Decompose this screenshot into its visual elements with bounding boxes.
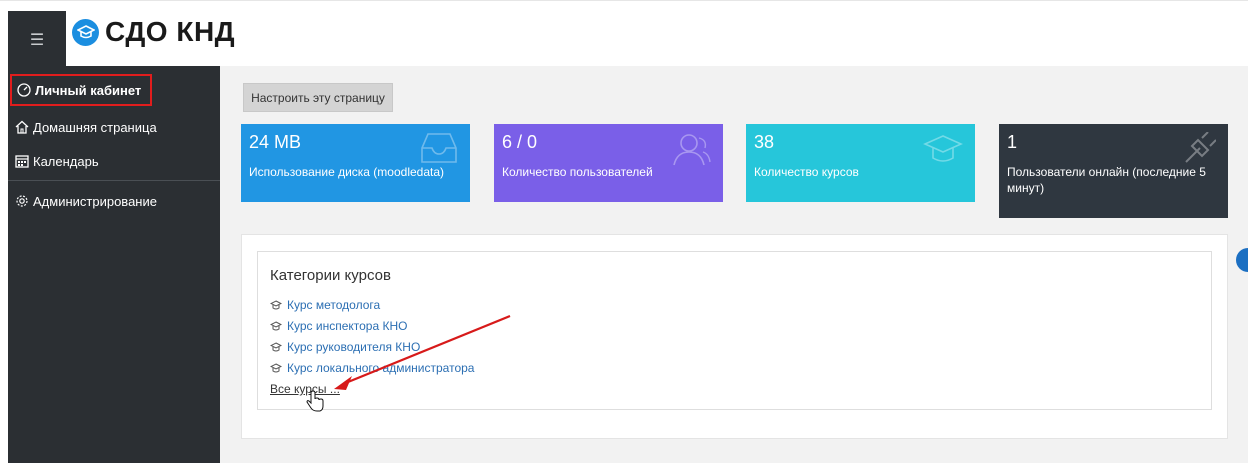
inbox-tray-icon xyxy=(420,132,458,168)
category-label: Курс инспектора КНО xyxy=(287,319,408,333)
graduation-cap-icon xyxy=(72,18,99,46)
sidebar-item-label: Личный кабинет xyxy=(35,82,142,98)
sidebar-divider xyxy=(8,180,220,181)
sidebar-item-label: Домашняя страница xyxy=(33,119,157,135)
course-categories-card: Категории курсов Курс методолога Курс ин… xyxy=(257,251,1212,410)
stat-value: 6 / 0 xyxy=(502,132,538,152)
stat-tile-online-users[interactable]: 1 Пользователи онлайн (последние 5 минут… xyxy=(999,124,1228,218)
graduation-cap-icon xyxy=(270,342,282,352)
gear-icon xyxy=(14,193,30,209)
site-title: СДО КНД xyxy=(105,16,236,47)
category-link[interactable]: Курс руководителя КНО xyxy=(270,340,420,354)
site-logo[interactable]: СДО КНД xyxy=(72,16,235,48)
stat-label: Использование диска (moodledata) xyxy=(249,165,445,179)
stat-value: 1 xyxy=(1007,132,1018,152)
graduation-cap-icon xyxy=(923,132,963,168)
all-courses-link[interactable]: Все курсы ... xyxy=(270,382,340,396)
category-link[interactable]: Курс методолога xyxy=(270,298,380,312)
hamburger-icon[interactable]: ☰ xyxy=(8,11,66,67)
stat-value: 24 MB xyxy=(249,132,302,152)
graduation-cap-icon xyxy=(270,321,282,331)
sidebar-item-home[interactable]: Домашняя страница xyxy=(8,110,220,144)
stat-tile-courses[interactable]: 38 Количество курсов xyxy=(746,124,975,202)
stat-tile-users[interactable]: 6 / 0 Количество пользователей xyxy=(494,124,723,202)
customize-page-button[interactable]: Настроить эту страницу xyxy=(243,83,393,112)
graduation-cap-icon xyxy=(270,300,282,310)
top-navbar: ☰ СДО КНД xyxy=(0,0,1248,67)
category-label: Курс руководителя КНО xyxy=(287,340,421,354)
sidebar-item-label: Календарь xyxy=(33,153,99,169)
sidebar-item-calendar[interactable]: Календарь xyxy=(8,144,220,178)
sidebar-item-label: Администрирование xyxy=(33,193,157,209)
stat-label: Пользователи онлайн (последние 5 минут) xyxy=(1007,165,1206,195)
sidebar-item-dashboard[interactable]: Личный кабинет xyxy=(10,74,152,106)
category-label: Курс методолога xyxy=(287,298,381,312)
main-content: Настроить эту страницу 24 MB Использован… xyxy=(220,66,1248,463)
stat-value: 38 xyxy=(754,132,775,152)
stat-tile-disk-usage[interactable]: 24 MB Использование диска (moodledata) xyxy=(241,124,470,202)
sidebar: Личный кабинет Домашняя страница Календа… xyxy=(8,66,220,463)
course-categories-block: Категории курсов Курс методолога Курс ин… xyxy=(241,234,1228,439)
category-link[interactable]: Курс инспектора КНО xyxy=(270,319,407,333)
block-title: Категории курсов xyxy=(270,267,391,284)
home-icon xyxy=(14,119,30,135)
category-label: Курс локального администратора xyxy=(287,361,475,375)
stat-label: Количество пользователей xyxy=(502,165,653,179)
category-link[interactable]: Курс локального администратора xyxy=(270,361,474,375)
calendar-icon xyxy=(14,153,30,169)
dashboard-gauge-icon xyxy=(16,82,32,98)
sidebar-item-administration[interactable]: Администрирование xyxy=(8,184,220,218)
graduation-cap-icon xyxy=(270,363,282,373)
stat-label: Количество курсов xyxy=(754,165,859,179)
